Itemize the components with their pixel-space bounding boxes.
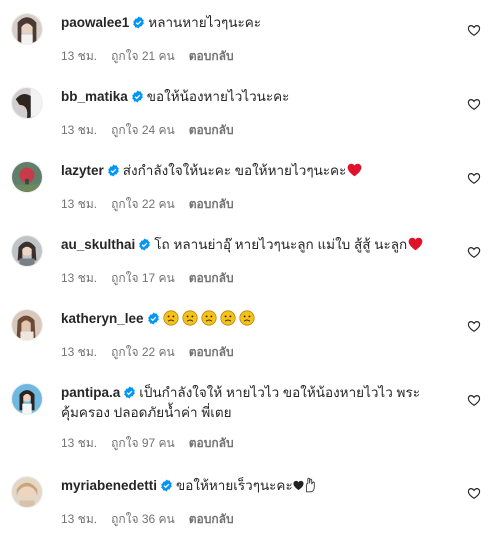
verified-badge-icon [107,164,120,177]
reply-button[interactable]: ตอบกลับ [189,197,234,211]
reply-button[interactable]: ตอบกลับ [189,512,234,526]
comment-text: ส่งกำลังใจให้นะคะ ขอให้หายไวๆนะคะ [122,163,347,178]
sad-face-emoji [238,310,255,326]
reply-button[interactable]: ตอบกลับ [189,49,234,63]
timestamp[interactable]: 13 ชม. [61,512,97,526]
comment-meta: 13 ชม. ถูกใจ 22 คน ตอบกลับ [61,344,248,360]
verified-badge-icon [123,386,136,399]
comment-text: ขอให้น้องหายไวไวนะคะ [146,89,290,104]
comment-meta: 13 ชม. ถูกใจ 17 คน ตอบกลับ [61,270,248,286]
comment-line: bb_matika ขอให้น้องหายไวไวนะคะ [61,87,453,106]
comment-line: au_skulthai โถ หลานย่าอุ๊ หายไวๆนะลูก แม่… [61,235,453,254]
timestamp[interactable]: 13 ชม. [61,271,97,285]
like-count[interactable]: ถูกใจ 22 คน [111,197,175,211]
comment-line: myriabenedetti ขอให้หายเร็วๆนะคะ [61,476,453,495]
like-count[interactable]: ถูกใจ 22 คน [111,345,175,359]
red-heart-emoji [408,237,423,251]
heart-outline-icon[interactable] [467,97,481,111]
heart-outline-icon[interactable] [467,486,481,500]
comment-line: katheryn_lee [61,309,453,328]
heart-outline-icon[interactable] [467,23,481,37]
avatar[interactable] [11,309,43,341]
avatar[interactable] [11,235,43,267]
username-link[interactable]: bb_matika [61,89,128,104]
like-count[interactable]: ถูกใจ 36 คน [111,512,175,526]
reply-button[interactable]: ตอบกลับ [189,123,234,137]
comment-text: ขอให้หายเร็วๆนะคะ [176,478,293,493]
avatar[interactable] [11,87,43,119]
red-heart-emoji [347,163,362,177]
comment-text: โถ หลานย่าอุ๊ หายไวๆนะลูก แม่ใบ สู้สู้ น… [154,237,408,252]
reply-button[interactable]: ตอบกลับ [189,271,234,285]
timestamp[interactable]: 13 ชม. [61,345,97,359]
comment-line: pantipa.a เป็นกำลังใจให้ หายไวไว ขอให้น้อ… [61,383,453,402]
username-link[interactable]: myriabenedetti [61,478,157,493]
username-link[interactable]: pantipa.a [61,385,120,400]
comment-meta: 13 ชม. ถูกใจ 24 คน ตอบกลับ [61,122,248,138]
comment-text: หลานหายไวๆนะคะ [148,15,262,30]
username-link[interactable]: lazyter [61,163,104,178]
comment-meta: 13 ชม. ถูกใจ 97 คน ตอบกลับ [61,435,248,451]
like-count[interactable]: ถูกใจ 17 คน [111,271,175,285]
like-count[interactable]: ถูกใจ 24 คน [111,123,175,137]
reply-button[interactable]: ตอบกลับ [189,436,234,450]
verified-badge-icon [160,479,173,492]
username-link[interactable]: katheryn_lee [61,311,144,326]
comment-text: คุ้มครอง ปลอดภัยน้ำค่า พี่เตย [61,405,232,420]
sad-face-emoji [181,310,198,326]
verified-badge-icon [147,312,160,325]
comment-text: เป็นกำลังใจให้ หายไวไว ขอให้น้องหายไวไว … [139,385,420,400]
timestamp[interactable]: 13 ชม. [61,49,97,63]
timestamp[interactable]: 13 ชม. [61,123,97,137]
comment-line: lazyter ส่งกำลังใจให้นะคะ ขอให้หายไวๆนะคะ [61,161,453,180]
heart-outline-icon[interactable] [467,171,481,185]
avatar[interactable] [11,13,43,45]
timestamp[interactable]: 13 ชม. [61,436,97,450]
heart-outline-icon[interactable] [467,245,481,259]
avatar[interactable] [11,161,43,193]
reply-button[interactable]: ตอบกลับ [189,345,234,359]
comment-meta: 13 ชม. ถูกใจ 21 คน ตอบกลับ [61,48,248,64]
like-count[interactable]: ถูกใจ 97 คน [111,436,175,450]
timestamp[interactable]: 13 ชม. [61,197,97,211]
hand-emoji [304,477,316,493]
heart-outline-icon[interactable] [467,393,481,407]
verified-badge-icon [131,90,144,103]
comment-text-line-2: คุ้มครอง ปลอดภัยน้ำค่า พี่เตย [61,403,453,422]
username-link[interactable]: paowalee1 [61,15,129,30]
comment-line: paowalee1 หลานหายไวๆนะคะ [61,13,453,32]
like-count[interactable]: ถูกใจ 21 คน [111,49,175,63]
comment-meta: 13 ชม. ถูกใจ 22 คน ตอบกลับ [61,196,248,212]
sad-face-emoji [162,310,179,326]
comment-meta: 13 ชม. ถูกใจ 36 คน ตอบกลับ [61,511,248,527]
username-link[interactable]: au_skulthai [61,237,135,252]
avatar[interactable] [11,383,43,415]
heart-outline-icon[interactable] [467,319,481,333]
black-heart-emoji [293,477,304,491]
sad-face-emoji [200,310,217,326]
verified-badge-icon [138,238,151,251]
verified-badge-icon [132,16,145,29]
avatar[interactable] [11,476,43,508]
sad-face-emoji [219,310,236,326]
